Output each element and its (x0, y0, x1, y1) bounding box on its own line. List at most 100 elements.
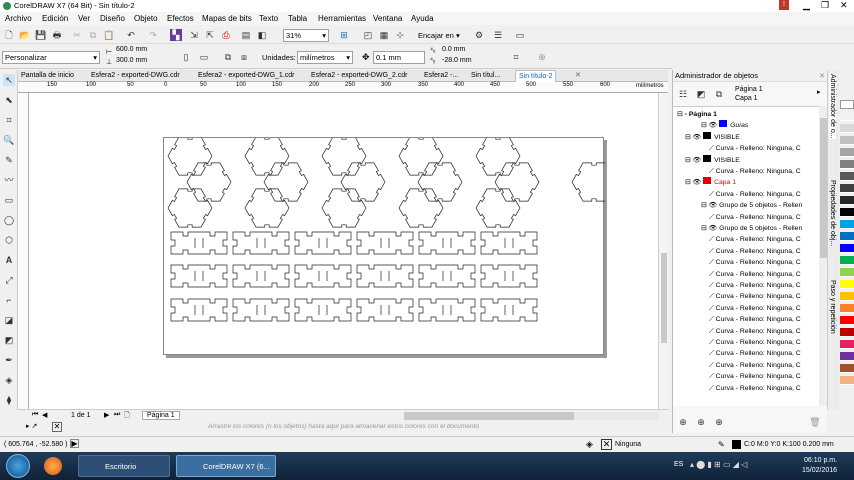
connector-piece[interactable] (356, 264, 414, 288)
menu-texto[interactable]: Texto (259, 14, 278, 23)
show-guidelines-icon[interactable]: ⊹ (394, 29, 406, 41)
open-icon[interactable]: 📂 (19, 29, 31, 41)
color-swatch[interactable] (840, 364, 854, 373)
outline-pen-icon[interactable]: ✎ (718, 440, 725, 449)
object-tree-row[interactable]: ⊟ 👁 VISIBLE (685, 131, 740, 143)
publish-pdf-icon[interactable]: ⎙ (220, 29, 232, 41)
object-tree-row[interactable]: ⟋ Curva - Relleno: Ninguna, C (709, 212, 801, 223)
color-swatch[interactable] (840, 244, 854, 253)
color-swatch[interactable] (840, 148, 854, 157)
object-tree-row[interactable]: ⟋ Curva - Relleno: Ninguna, C (709, 257, 801, 268)
play-icon[interactable]: ▶ (70, 439, 79, 448)
menu-herramientas[interactable]: Herramientas (318, 14, 366, 23)
smart-fill-icon[interactable]: ⧫ (3, 394, 15, 406)
object-tree-row[interactable]: ⟋ Curva - Relleno: Ninguna, C (709, 326, 801, 337)
docker-close-icon[interactable]: ✕ (819, 72, 825, 80)
landscape-icon[interactable]: ▭ (198, 51, 210, 63)
language-indicator[interactable]: ES (674, 461, 683, 468)
close-button[interactable]: ✕ (840, 0, 848, 11)
color-swatch[interactable] (840, 220, 854, 229)
save-icon[interactable]: 💾 (35, 29, 47, 41)
connector-piece[interactable] (356, 231, 414, 255)
menu-ventana[interactable]: Ventana (373, 14, 402, 23)
connector-piece[interactable] (170, 298, 228, 322)
new-layer-icon[interactable]: ⊕ (677, 416, 689, 428)
color-swatch[interactable] (840, 112, 854, 121)
units-select[interactable]: milímetros ▾ (297, 51, 353, 64)
object-tree-row[interactable]: ⟋ Curva - Relleno: Ninguna, C (709, 383, 801, 394)
connector-piece[interactable] (294, 264, 352, 288)
color-eyedropper-icon[interactable]: ✒ (3, 354, 15, 366)
prev-page-icon[interactable]: ◀ (42, 411, 47, 419)
taskbar-coreldraw-button[interactable]: CorelDRAW X7 (6... (176, 455, 276, 477)
object-tree-row[interactable]: ⟋ Curva - Relleno: Ninguna, C (709, 303, 801, 314)
page-height-input[interactable]: 300.0 mm (114, 57, 158, 67)
tab-esfera2-dwg-2[interactable]: Esfera2 - exported-DWG_2.cdr (308, 70, 410, 82)
all-pages-icon[interactable]: ⧉ (222, 51, 234, 63)
color-swatch[interactable] (840, 328, 854, 337)
object-tree-row[interactable]: ⟋ Curva - Relleno: Ninguna, C (709, 314, 801, 325)
hexagon-piece[interactable] (244, 138, 290, 176)
color-swatch[interactable] (840, 316, 854, 325)
connector-piece[interactable] (418, 231, 476, 255)
object-tree-row[interactable]: ⟋ Curva - Relleno: Ninguna, C (709, 269, 801, 280)
menu-efectos[interactable]: Efectos (167, 14, 194, 23)
new-document-icon[interactable]: 🗋 (3, 29, 15, 41)
hexagon-piece[interactable] (321, 138, 367, 176)
zoom-level-select[interactable]: 31% ▾ (283, 29, 329, 42)
object-tree-row[interactable]: ⊟ 👁 Grupo de 5 objetos - Rellen (701, 200, 802, 211)
object-tree-row[interactable]: ⟋ Curva - Relleno: Ninguna, C (709, 189, 801, 200)
last-page-icon[interactable]: ⏭ (114, 411, 120, 419)
copy-icon[interactable]: ⧉ (87, 29, 99, 41)
color-swatch[interactable] (840, 184, 854, 193)
paste-icon[interactable]: 📋 (103, 29, 115, 41)
tab-welcome-screen[interactable]: Pantalla de inicio (18, 70, 77, 82)
full-screen-preview-icon[interactable]: ⊞ (338, 29, 350, 41)
hexagon-piece[interactable] (494, 162, 540, 202)
connector-piece[interactable] (480, 298, 538, 322)
object-tree-row[interactable]: ⟋ Curva - Relleno: Ninguna, C (709, 143, 801, 154)
next-page-icon[interactable]: ▶ (104, 411, 109, 419)
hexagon-piece[interactable] (398, 188, 444, 228)
palette-arrow-icon[interactable]: ▸ ↗ (26, 422, 37, 430)
polygon-tool-icon[interactable]: ⬡ (3, 234, 15, 246)
object-tree-row[interactable]: ⊟ 👁 Capa 1 (685, 177, 736, 188)
hexagon-piece[interactable] (475, 138, 521, 176)
options-icon[interactable]: ⚙ (473, 29, 485, 41)
menu-tabla[interactable]: Tabla (288, 14, 307, 23)
horizontal-scrollbar[interactable] (404, 412, 659, 420)
object-tree-row[interactable]: ⟋ Curva - Relleno: Ninguna, C (709, 371, 801, 382)
toolbar-options-icon[interactable]: ▭ (514, 29, 526, 41)
color-swatch[interactable] (840, 160, 854, 169)
menu-edicion[interactable]: Edición (42, 14, 68, 23)
object-tree-row[interactable]: ⟋ Curva - Relleno: Ninguna, C (709, 360, 801, 371)
duplicate-x-input[interactable]: 0.0 mm (440, 46, 484, 56)
new-master-layer-icon[interactable]: ⊕ (695, 416, 707, 428)
page-preset-select[interactable]: Personalizar ▾ (2, 51, 100, 64)
duplicate-y-input[interactable]: -28.0 mm (440, 57, 484, 67)
show-rulers-icon[interactable]: ◰ (362, 29, 374, 41)
tab-sin-titulo-2[interactable]: Sin título-2 (515, 70, 557, 82)
hexagon-piece[interactable] (167, 138, 213, 176)
maximize-button[interactable]: ❐ (821, 0, 829, 11)
show-properties-icon[interactable]: ☷ (677, 88, 689, 100)
object-tree-row[interactable]: ⟋ Curva - Relleno: Ninguna, C (709, 246, 801, 257)
scroll-thumb[interactable] (820, 118, 827, 258)
hexagon-piece[interactable] (398, 138, 444, 176)
object-tree-row[interactable]: ⟋ Curva - Relleno: Ninguna, C (709, 234, 801, 245)
color-swatch[interactable] (840, 376, 854, 385)
cut-icon[interactable]: ✂ (71, 29, 83, 41)
portrait-icon[interactable]: ▯ (180, 51, 192, 63)
menu-mapas-de-bits[interactable]: Mapas de bits (202, 14, 252, 23)
tab-sin-titulo[interactable]: Sin títul... (468, 70, 503, 82)
welcome-screen-icon[interactable]: ◧ (256, 29, 268, 41)
object-tree-row[interactable]: ⊟ 👁 Grupo de 5 objetos - Rellen (701, 223, 802, 234)
connector-piece[interactable] (418, 264, 476, 288)
tab-esfera2-dwg[interactable]: Esfera2 - exported-DWG.cdr (88, 70, 183, 82)
scroll-thumb[interactable] (404, 412, 574, 420)
connector-piece[interactable] (480, 264, 538, 288)
show-grid-icon[interactable]: ▦ (378, 29, 390, 41)
docker-menu-icon[interactable]: ▸ (817, 88, 821, 96)
page-width-input[interactable]: 600.0 mm (114, 46, 158, 56)
connector-piece[interactable] (294, 298, 352, 322)
